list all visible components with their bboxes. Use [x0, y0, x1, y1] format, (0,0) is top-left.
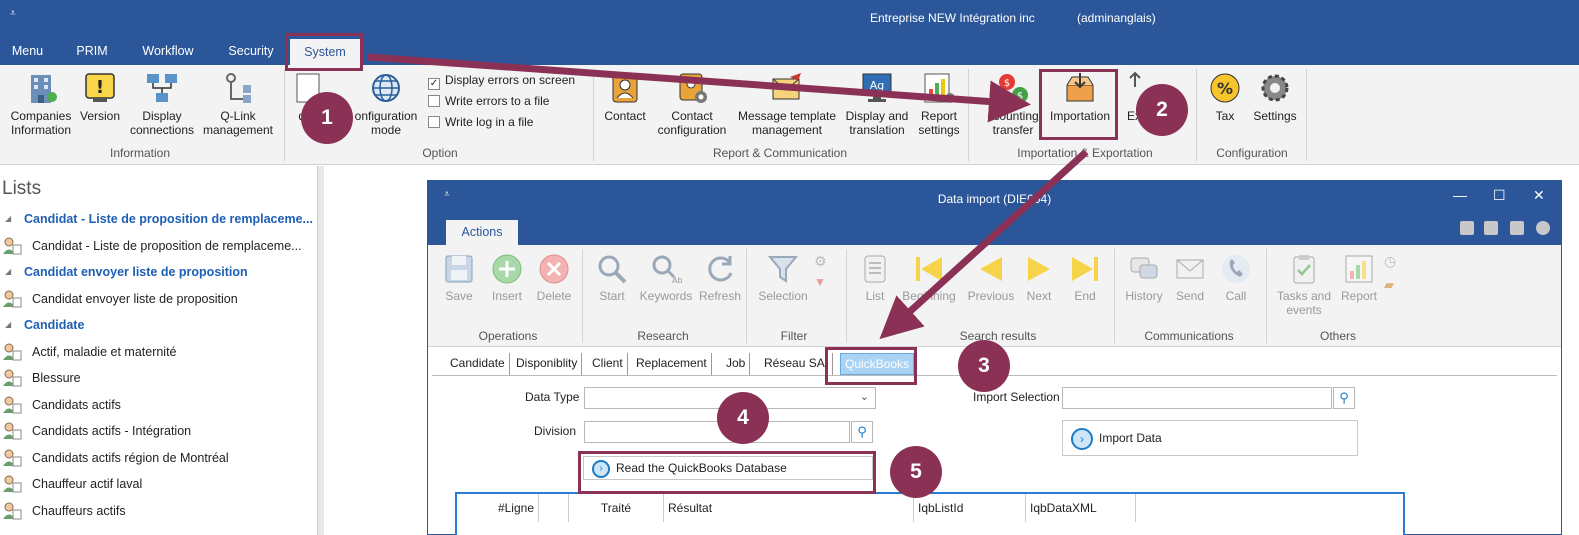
annotation-step-3: 3: [958, 340, 1010, 392]
arrow-1-to-2: [367, 53, 1031, 123]
annotation-step-5: 5: [890, 446, 942, 498]
annotation-step-2: 2: [1136, 84, 1188, 136]
annotation-arrows: [367, 53, 1089, 340]
annotation-step-4: 4: [717, 392, 769, 444]
annotation-step-1: 1: [301, 92, 353, 144]
arrow-2-to-3: [879, 149, 1089, 340]
